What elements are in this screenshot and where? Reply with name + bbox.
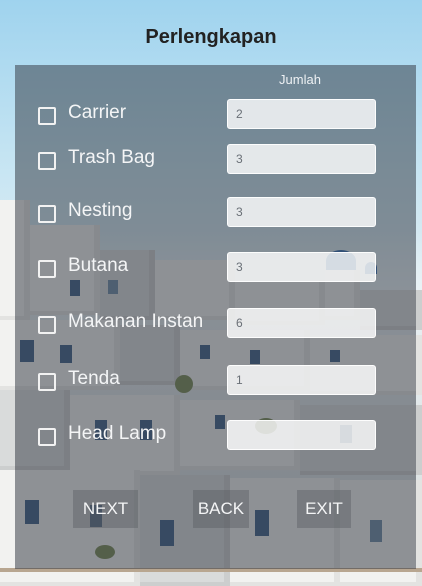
checkbox-carrier[interactable]: [38, 107, 56, 125]
checkbox-trash-bag[interactable]: [38, 152, 56, 170]
item-label: Carrier: [68, 102, 127, 123]
item-label: Makanan Instan: [68, 311, 204, 332]
equipment-row-trash-bag: Trash Bag 3: [15, 144, 416, 176]
checkbox-tenda[interactable]: [38, 373, 56, 391]
qty-column-header: Jumlah: [279, 72, 321, 87]
page-title: Perlengkapan: [145, 26, 277, 48]
item-label: Tenda: [68, 368, 120, 389]
item-label: Head Lamp: [68, 423, 167, 444]
equipment-row-carrier: Carrier 2: [15, 99, 416, 131]
equipment-row-nesting: Nesting 3: [15, 197, 416, 229]
checkbox-butana[interactable]: [38, 260, 56, 278]
next-button[interactable]: NEXT: [73, 490, 138, 528]
equipment-panel: Jumlah Carrier 2 Trash Bag 3 Nesting 3 B…: [15, 65, 416, 569]
exit-button[interactable]: EXIT: [297, 490, 351, 528]
equipment-row-head-lamp: Head Lamp: [15, 420, 416, 452]
qty-input-trash-bag[interactable]: 3: [227, 144, 376, 174]
qty-input-butana[interactable]: 3: [227, 252, 376, 282]
qty-input-carrier[interactable]: 2: [227, 99, 376, 129]
qty-input-nesting[interactable]: 3: [227, 197, 376, 227]
equipment-row-butana: Butana 3: [15, 252, 416, 284]
item-label: Butana: [68, 255, 129, 276]
qty-input-head-lamp[interactable]: [227, 420, 376, 450]
item-label: Trash Bag: [68, 147, 155, 168]
checkbox-head-lamp[interactable]: [38, 428, 56, 446]
checkbox-nesting[interactable]: [38, 205, 56, 223]
equipment-row-makanan-instan: Makanan Instan 6: [15, 308, 416, 340]
checkbox-makanan-instan[interactable]: [38, 316, 56, 334]
item-label: Nesting: [68, 200, 133, 221]
back-button[interactable]: BACK: [193, 490, 249, 528]
qty-input-tenda[interactable]: 1: [227, 365, 376, 395]
qty-input-makanan-instan[interactable]: 6: [227, 308, 376, 338]
equipment-row-tenda: Tenda 1: [15, 365, 416, 397]
